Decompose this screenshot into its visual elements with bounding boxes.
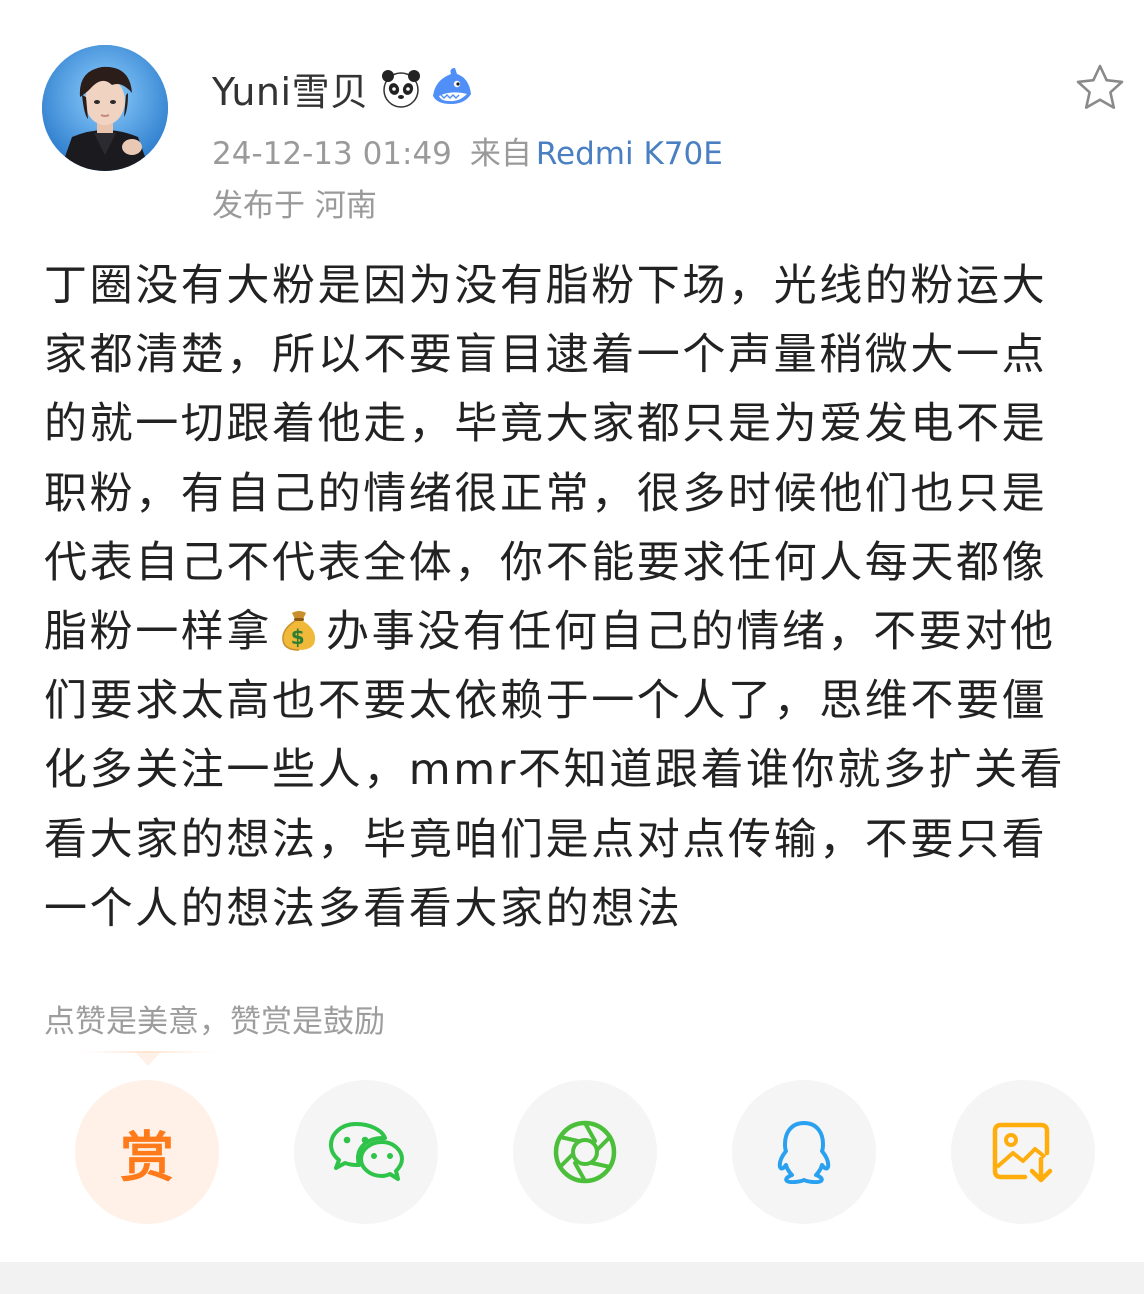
post-line: 职粉，有自己的情绪很正常，很多时候他们也只是	[44, 468, 1048, 519]
qq-icon	[777, 1121, 831, 1184]
post-location: 发布于 河南	[212, 188, 377, 224]
panda-badge-icon	[381, 70, 420, 108]
save-image-icon	[992, 1122, 1053, 1183]
post-meta: 24-12-13 01:49 来自 Redmi K70E	[212, 128, 723, 173]
post-line: 看大家的想法，毕竟咱们是点对点传输，不要只看	[44, 814, 1048, 865]
bottom-divider-bar	[0, 1262, 1144, 1294]
reward-hint: 点赞是美意，赞赏是鼓励	[44, 1004, 385, 1040]
post-line: 们要求太高也不要太依赖于一个人了，思维不要僵	[44, 676, 1048, 727]
save-image-button[interactable]	[951, 1080, 1095, 1224]
post-line: 的就一切跟着他走，毕竟大家都只是为爱发电不是	[44, 399, 1048, 450]
post-line-segment: 办事没有任何自己的情绪，不要对他	[326, 606, 1056, 657]
money-bag-icon: $	[282, 610, 316, 651]
reward-button[interactable]: 赏	[75, 1080, 219, 1224]
wechat-icon	[329, 1122, 404, 1181]
post-line: 代表自己不代表全体，你不能要求任何人每天都像	[44, 537, 1048, 588]
svg-text:$: $	[291, 625, 308, 649]
post-content: 丁圈没有大粉是因为没有脂粉下场，光线的粉运大 家都清楚，所以不要盲目逮着一个声量…	[44, 252, 1112, 944]
from-label: 来自	[469, 136, 532, 172]
post-timestamp: 24-12-13 01:49	[212, 136, 452, 172]
share-wechat-button[interactable]	[294, 1080, 438, 1224]
shark-badge-icon	[432, 68, 471, 104]
share-moments-button[interactable]	[513, 1080, 657, 1224]
reward-pointer-icon	[78, 1051, 218, 1066]
username[interactable]: Yuni雪贝	[212, 61, 369, 116]
post-line: 丁圈没有大粉是因为没有脂粉下场，光线的粉运大	[44, 261, 1048, 311]
post-line: 化多关注一些人，mmr不知道跟着谁你就多扩关看	[44, 745, 1066, 796]
moments-icon	[553, 1120, 617, 1184]
username-row: Yuni雪贝	[212, 60, 473, 116]
post-detail-page: Yuni雪贝 24-12-13 01:49 来自 Redmi K70E 发布于 河南	[0, 0, 1144, 1294]
post-line: 家都清楚，所以不要盲目逮着一个声量稍微大一点	[44, 330, 1048, 381]
share-qq-button[interactable]	[732, 1080, 876, 1224]
post-line-with-emoji: 脂粉一样拿 $ 办事没有任何自己的情绪，不要对他	[44, 598, 1112, 667]
post-line-segment: 脂粉一样拿	[44, 606, 272, 657]
reward-button-label: 赏	[120, 1125, 174, 1189]
user-avatar[interactable]	[42, 45, 168, 171]
device-link[interactable]: Redmi K70E	[536, 136, 723, 172]
post-line: 一个人的想法多看看大家的想法	[44, 883, 683, 934]
star-outline-icon[interactable]	[1074, 62, 1126, 114]
